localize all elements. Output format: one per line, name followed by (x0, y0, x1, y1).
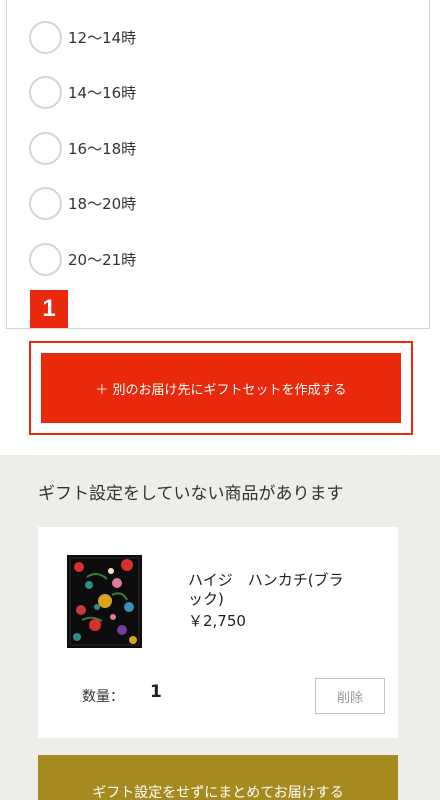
delivery-time-panel: 12〜14時 14〜16時 16〜18時 18〜20時 20〜21時 (6, 0, 430, 329)
delete-button[interactable]: 削除 (315, 678, 385, 714)
time-option-label: 18〜20時 (68, 194, 137, 213)
time-option-14-16[interactable]: 14〜16時 (29, 75, 136, 109)
radio-button[interactable] (29, 131, 62, 165)
product-image (67, 555, 142, 648)
step-number-badge: 1 (30, 290, 68, 328)
deliver-without-gift-button[interactable]: ギフト設定をせずにまとめてお届けする (38, 755, 398, 800)
time-option-16-18[interactable]: 16〜18時 (29, 131, 136, 165)
time-option-12-14[interactable]: 12〜14時 (29, 20, 136, 54)
handkerchief-pattern-image (67, 555, 142, 648)
time-option-18-20[interactable]: 18〜20時 (29, 186, 136, 220)
radio-button[interactable] (29, 75, 62, 109)
radio-button[interactable] (29, 20, 62, 54)
section-title: ギフト設定をしていない商品があります (38, 484, 344, 504)
quantity-value: 1 (150, 682, 162, 702)
time-option-label: 12〜14時 (68, 28, 137, 47)
create-gift-set-button[interactable]: ＋ 別のお届け先にギフトセットを作成する (41, 353, 401, 423)
product-price: ￥2,750 (188, 612, 246, 630)
time-option-20-21[interactable]: 20〜21時 (29, 242, 136, 276)
product-name: ハイジ ハンカチ(ブラック) (188, 571, 344, 608)
no-gift-section: ギフト設定をしていない商品があります ハイジ ハンカチ(ブラック) ￥2,750… (0, 455, 440, 800)
time-option-label: 16〜18時 (68, 139, 137, 158)
product-card: ハイジ ハンカチ(ブラック) ￥2,750 数量： 1 削除 (38, 527, 398, 738)
create-gift-set-highlight: ＋ 別のお届け先にギフトセットを作成する (29, 341, 413, 435)
radio-button[interactable] (29, 242, 62, 276)
time-option-label: 20〜21時 (68, 250, 137, 269)
quantity-label: 数量： (82, 689, 124, 705)
time-option-label: 14〜16時 (68, 83, 137, 102)
radio-button[interactable] (29, 186, 62, 220)
